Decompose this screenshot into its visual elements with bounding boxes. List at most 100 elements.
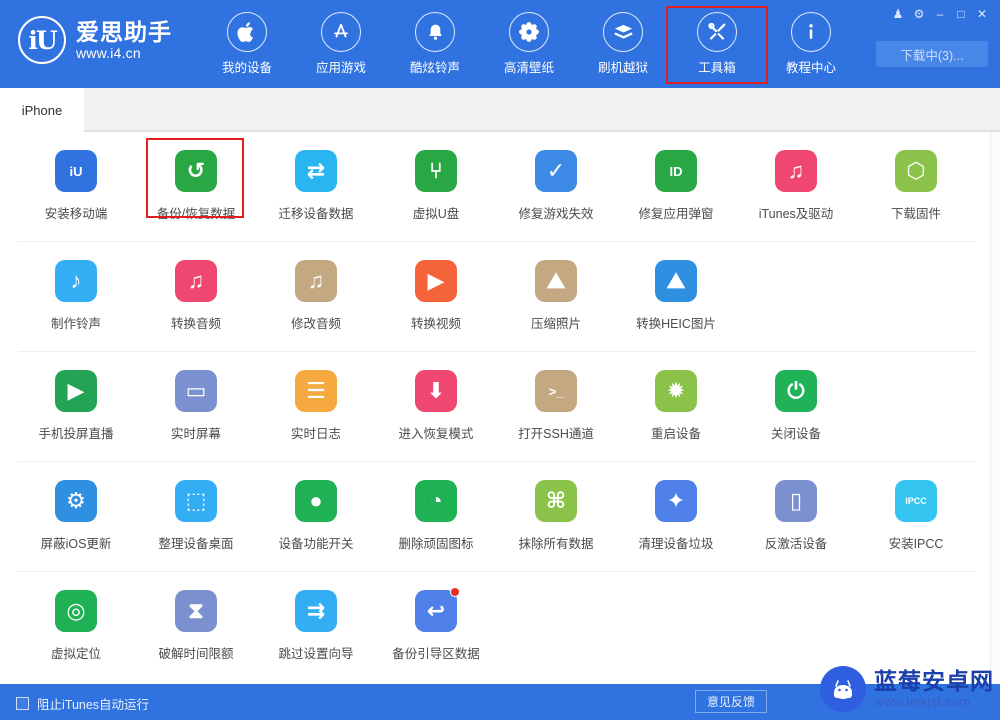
tool-deactivate-device[interactable]: ▯ 反激活设备 [736,462,856,572]
tool-feature-toggle[interactable]: ● 设备功能开关 [256,462,376,572]
tool-convert-heic[interactable]: ⛰ 转换HEIC图片 [616,242,736,352]
settings-gear-icon[interactable]: ⚙ [909,4,929,24]
toolbox-row-3: ⚙ 屏蔽iOS更新 ⬚ 整理设备桌面 ● 设备功能开关 ◔ 删除顽固图标 ⌘ 抹除所有数据 ✦ 清理设… [0,462,1000,572]
tool-label: 手机投屏直播 [38,427,114,441]
i4-logo-icon: iU [18,16,66,64]
toolbox-row-4: ◎ 虚拟定位 ⧗ 破解时间限额 ⇉ 跳过设置向导 ↩ 备份引导区数据 [0,572,1000,664]
tool-label: 破解时间限额 [158,647,234,661]
tool-label: 安装IPCC [888,537,944,551]
tool-label: 制作铃声 [50,317,101,331]
tool-label: 清理设备垃圾 [638,537,714,551]
tool-convert-audio[interactable]: ♫ 转换音频 [136,242,256,352]
tool-live-log[interactable]: ☰ 实时日志 [256,352,376,462]
tool-label: 虚拟U盘 [412,207,460,221]
convert-audio-icon: ♫ [175,260,217,302]
tool-device-migrate[interactable]: ⇄ 迁移设备数据 [256,132,376,242]
tool-label: 实时屏幕 [170,427,221,441]
logo-text-block: 爱思助手 www.i4.cn [76,18,172,61]
tool-edit-audio[interactable]: ♫ 修改音频 [256,242,376,352]
skin-icon[interactable]: ♟ [888,4,908,24]
tool-label: 下载固件 [890,207,941,221]
logo-brand-name: 爱思助手 [76,18,172,45]
apple-id-icon: ID [655,150,697,192]
tool-power-off[interactable]: ⏻ 关闭设备 [736,352,856,462]
tool-screen-cast[interactable]: ▶ 手机投屏直播 [16,352,136,462]
tool-convert-video[interactable]: ▶ 转换视频 [376,242,496,352]
content-scrollbar[interactable] [990,132,1000,684]
live-log-icon: ☰ [295,370,337,412]
toolbox-content: iU 安装移动端 ↺ 备份/恢复数据 ⇄ 迁移设备数据 ⑂ 虚拟U盘 ✓ 修复游戏失效 ID 修复应用… [0,132,1000,684]
tool-time-limit[interactable]: ⧗ 破解时间限额 [136,572,256,664]
tool-make-ringtone[interactable]: ♪ 制作铃声 [16,242,136,352]
tool-label: 修复应用弹窗 [638,207,714,221]
tool-fix-game[interactable]: ✓ 修复游戏失效 [496,132,616,242]
tool-label: 虚拟定位 [50,647,101,661]
make-ringtone-icon: ♪ [55,260,97,302]
tool-erase-all-data[interactable]: ⌘ 抹除所有数据 [496,462,616,572]
tool-compress-photo[interactable]: ⛰ 压缩照片 [496,242,616,352]
tool-label: 转换HEIC图片 [636,317,716,331]
reboot-device-icon: ✹ [655,370,697,412]
bell-icon [415,12,455,52]
nav-item-4[interactable]: 刷机越狱 [576,12,670,80]
tool-label: 删除顽固图标 [398,537,474,551]
nav-item-2[interactable]: 酷炫铃声 [388,12,482,80]
app-logo[interactable]: iU 爱思助手 www.i4.cn [18,16,172,64]
tool-virtual-location[interactable]: ◎ 虚拟定位 [16,572,136,664]
status-bar: 阻止iTunes自动运行 意见反馈 [0,684,1000,720]
maximize-icon[interactable]: □ [951,4,971,24]
compress-photo-icon: ⛰ [535,260,577,302]
nav-item-5[interactable]: 工具箱 [666,6,768,84]
tool-skip-setup[interactable]: ⇉ 跳过设置向导 [256,572,376,664]
tool-apple-id[interactable]: ID 修复应用弹窗 [616,132,736,242]
tool-recovery-mode[interactable]: ⬇ 进入恢复模式 [376,352,496,462]
tool-install-ipcc[interactable]: IPCC 安装IPCC [856,462,976,572]
tab-iphone[interactable]: iPhone [0,88,84,132]
ssh-tunnel-icon: >_ [535,370,577,412]
nav-item-6[interactable]: 教程中心 [764,12,858,80]
tool-label: 压缩照片 [530,317,581,331]
erase-all-data-icon: ⌘ [535,480,577,522]
appstore-icon [321,12,361,52]
tool-label: iTunes及驱动 [758,207,834,221]
feedback-button[interactable]: 意见反馈 [694,690,767,713]
tools-icon [697,12,737,52]
nav-item-3[interactable]: 高清壁纸 [482,12,576,80]
block-itunes-checkbox[interactable]: 阻止iTunes自动运行 [16,694,149,713]
tool-backup-boot[interactable]: ↩ 备份引导区数据 [376,572,496,664]
tool-live-screen[interactable]: ▭ 实时屏幕 [136,352,256,462]
apple-icon [227,12,267,52]
tool-label: 修改音频 [290,317,341,331]
device-migrate-icon: ⇄ [295,150,337,192]
tool-block-ios-update[interactable]: ⚙ 屏蔽iOS更新 [16,462,136,572]
toolbox-row-1: ♪ 制作铃声 ♫ 转换音频 ♫ 修改音频 ▶ 转换视频 ⛰ 压缩照片 ⛰ 转换HEIC图片 [0,242,1000,352]
tool-usb-drive[interactable]: ⑂ 虚拟U盘 [376,132,496,242]
minimize-icon[interactable]: – [930,4,950,24]
tool-itunes-driver[interactable]: ♫ iTunes及驱动 [736,132,856,242]
tool-i4-app[interactable]: iU 安装移动端 [16,132,136,242]
tool-delete-icon[interactable]: ◔ 删除顽固图标 [376,462,496,572]
nav-item-0[interactable]: 我的设备 [200,12,294,80]
install-ipcc-icon: IPCC [895,480,937,522]
main-nav: 我的设备 应用游戏 酷炫铃声 高清壁纸 刷机越狱 工具箱 教程中心 [200,6,858,84]
download-status-button[interactable]: 下载中(3)... [876,41,988,67]
nav-item-1[interactable]: 应用游戏 [294,12,388,80]
tool-label: 跳过设置向导 [278,647,354,661]
tool-clean-junk[interactable]: ✦ 清理设备垃圾 [616,462,736,572]
tool-backup-restore[interactable]: ↺ 备份/恢复数据 [136,132,256,242]
app-window: iU 爱思助手 www.i4.cn 我的设备 应用游戏 酷炫铃声 高清壁纸 刷机越狱 工具… [0,0,1000,720]
tool-label: 整理设备桌面 [158,537,234,551]
power-off-icon: ⏻ [775,370,817,412]
tool-firmware-box[interactable]: ⬡ 下载固件 [856,132,976,242]
screen-cast-icon: ▶ [55,370,97,412]
tool-ssh-tunnel[interactable]: >_ 打开SSH通道 [496,352,616,462]
tool-reboot-device[interactable]: ✹ 重启设备 [616,352,736,462]
tool-label: 设备功能开关 [278,537,354,551]
tool-label: 进入恢复模式 [398,427,474,441]
close-icon[interactable]: ✕ [972,4,992,24]
tool-organize-desktop[interactable]: ⬚ 整理设备桌面 [136,462,256,572]
organize-desktop-icon: ⬚ [175,480,217,522]
toolbox-row-2: ▶ 手机投屏直播 ▭ 实时屏幕 ☰ 实时日志 ⬇ 进入恢复模式 >_ 打开SSH通道 ✹ 重启设备 ⏻ 关… [0,352,1000,462]
tool-label: 迁移设备数据 [278,207,354,221]
edit-audio-icon: ♫ [295,260,337,302]
